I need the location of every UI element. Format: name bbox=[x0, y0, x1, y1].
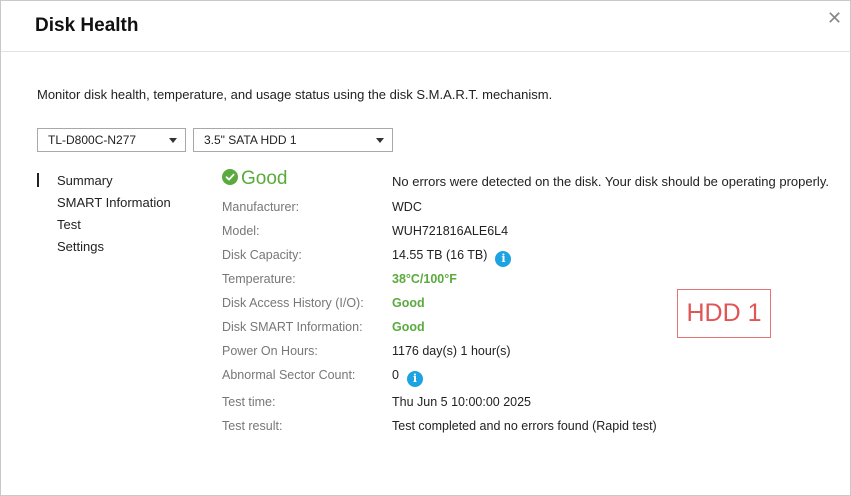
disk-status-label: Good bbox=[241, 168, 288, 189]
hdd-label-badge: HDD 1 bbox=[677, 289, 771, 338]
manufacturer-label: Manufacturer: bbox=[222, 200, 300, 214]
nav-item-summary[interactable]: Summary bbox=[57, 173, 113, 188]
disk-capacity-label: Disk Capacity: bbox=[222, 248, 302, 262]
disk-smart-information-value: Good bbox=[392, 320, 425, 334]
nav-item-test[interactable]: Test bbox=[57, 217, 81, 232]
model-label: Model: bbox=[222, 224, 260, 238]
temperature-value: 38°C/100°F bbox=[392, 272, 457, 286]
disk-health-dialog: Disk Health ✕ Monitor disk health, tempe… bbox=[0, 0, 851, 496]
abnormal-sector-count: 0i bbox=[392, 368, 423, 387]
abnormal-sector-count-label: Abnormal Sector Count: bbox=[222, 368, 356, 382]
disk-capacity: 14.55 TB (16 TB) i bbox=[392, 248, 512, 267]
disk-status: Good bbox=[222, 168, 287, 190]
info-icon[interactable]: i bbox=[406, 371, 423, 387]
close-icon[interactable]: ✕ bbox=[827, 9, 842, 27]
test-time-value: Thu Jun 5 10:00:00 2025 bbox=[392, 395, 532, 409]
chevron-down-icon bbox=[376, 138, 384, 143]
disk-access-history-label: Disk Access History (I/O): bbox=[222, 296, 364, 310]
enclosure-select[interactable]: TL-D800C-N277 bbox=[37, 128, 186, 152]
status-message: No errors were detected on the disk. You… bbox=[392, 174, 829, 189]
chevron-down-icon bbox=[169, 138, 177, 143]
model-value: WUH721816ALE6L4 bbox=[392, 224, 509, 238]
disk-capacity-value: 14.55 TB (16 TB) bbox=[392, 248, 488, 262]
check-circle-icon bbox=[222, 169, 238, 185]
manufacturer-value: WDC bbox=[392, 200, 422, 214]
dialog-description: Monitor disk health, temperature, and us… bbox=[37, 87, 553, 102]
enclosure-select-value: TL-D800C-N277 bbox=[48, 133, 137, 147]
info-icon[interactable]: i bbox=[495, 251, 512, 267]
active-nav-marker bbox=[37, 173, 39, 187]
nav-item-settings[interactable]: Settings bbox=[57, 239, 104, 254]
test-time-label: Test time: bbox=[222, 395, 276, 409]
abnormal-sector-count-value: 0 bbox=[392, 368, 399, 382]
power-on-hours-label: Power On Hours: bbox=[222, 344, 318, 358]
nav-item-smart-information[interactable]: SMART Information bbox=[57, 195, 171, 210]
title-divider bbox=[1, 51, 850, 52]
disk-smart-information-label: Disk SMART Information: bbox=[222, 320, 363, 334]
disk-select-value: 3.5" SATA HDD 1 bbox=[204, 133, 297, 147]
test-result-value: Test completed and no errors found (Rapi… bbox=[392, 419, 657, 433]
test-result-label: Test result: bbox=[222, 419, 283, 433]
disk-access-history-value: Good bbox=[392, 296, 425, 310]
dialog-title: Disk Health bbox=[35, 15, 139, 36]
temperature-label: Temperature: bbox=[222, 272, 296, 286]
disk-select[interactable]: 3.5" SATA HDD 1 bbox=[193, 128, 393, 152]
power-on-hours-value: 1176 day(s) 1 hour(s) bbox=[392, 344, 511, 358]
